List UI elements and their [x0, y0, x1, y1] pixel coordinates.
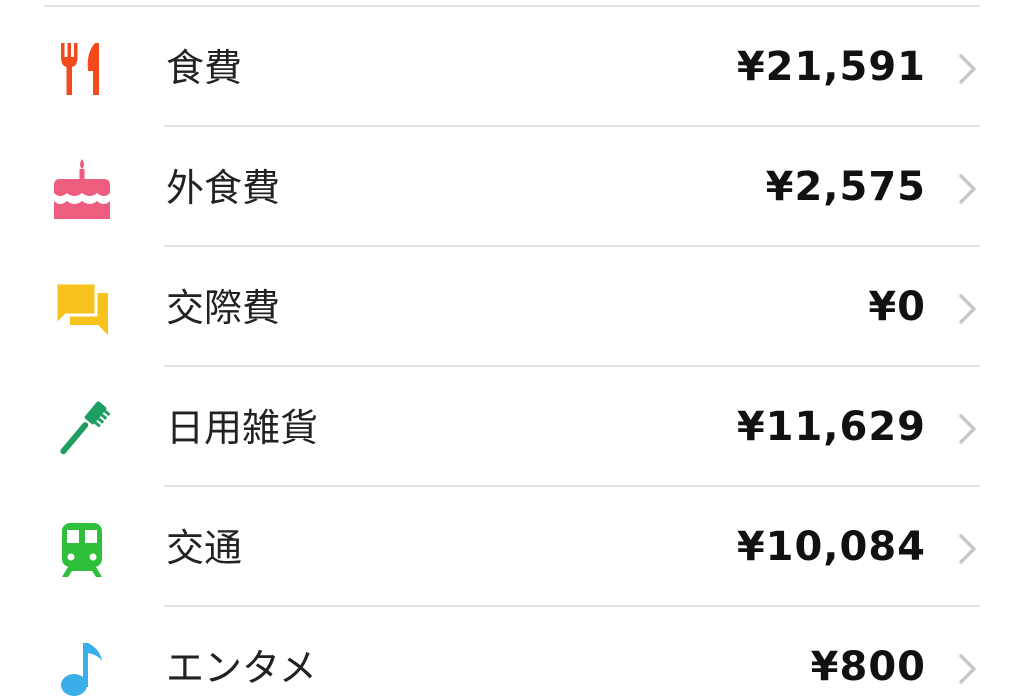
category-row-transport[interactable]: 交通 ¥10,084: [0, 487, 1024, 607]
fork-knife-icon: [44, 39, 120, 99]
chevron-right-icon: [959, 414, 976, 444]
train-icon: [44, 519, 120, 579]
toothbrush-icon: [44, 399, 120, 459]
category-label: エンタメ: [166, 646, 317, 690]
chat-bubbles-icon: [44, 279, 120, 339]
category-row-dining-out[interactable]: 外食費 ¥2,575: [0, 127, 1024, 247]
category-row-daily-goods[interactable]: 日用雑貨 ¥11,629: [0, 367, 1024, 487]
chevron-right-icon: [959, 174, 976, 204]
chevron-right-icon: [959, 294, 976, 324]
chevron-right-icon: [959, 654, 976, 684]
music-note-icon: [44, 639, 120, 698]
category-row-food[interactable]: 食費 ¥21,591: [0, 7, 1024, 127]
category-row-social[interactable]: 交際費 ¥0: [0, 247, 1024, 367]
category-label: 外食費: [166, 166, 281, 210]
category-amount: ¥10,084: [736, 524, 926, 570]
chevron-right-icon: [959, 534, 976, 564]
category-label: 食費: [166, 46, 243, 90]
category-amount: ¥0: [868, 284, 926, 330]
category-amount: ¥800: [810, 644, 926, 690]
chevron-right-icon: [959, 54, 976, 84]
category-label: 日用雑貨: [166, 406, 319, 450]
category-list: 食費 ¥21,591 外食費 ¥2,575 交際費 ¥0 日用雑貨 ¥11,62…: [0, 7, 1024, 698]
cake-icon: [44, 159, 120, 219]
category-label: 交通: [166, 526, 243, 570]
category-row-entertainment[interactable]: エンタメ ¥800: [0, 607, 1024, 698]
category-amount: ¥2,575: [765, 164, 926, 210]
category-label: 交際費: [166, 286, 281, 330]
category-amount: ¥11,629: [736, 404, 926, 450]
category-amount: ¥21,591: [736, 44, 926, 90]
